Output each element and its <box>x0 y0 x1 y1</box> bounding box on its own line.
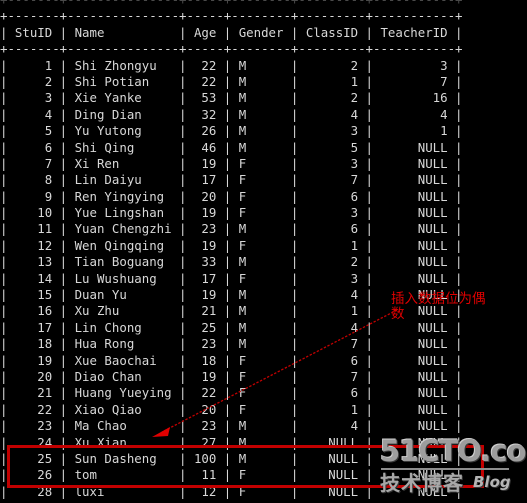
table-row: | 18 | Hua Rong | 23 | M | 7 | NULL | <box>0 336 463 352</box>
table-row: | 1 | Shi Zhongyu | 22 | M | 2 | 3 | <box>0 57 463 73</box>
table-row: | 2 | Shi Potian | 22 | M | 1 | 7 | <box>0 73 463 89</box>
table-row: | 5 | Yu Yutong | 26 | M | 3 | 1 | <box>0 123 463 139</box>
table-header-line: +-------+---------------+-----+--------+… <box>0 0 527 8</box>
watermark-blog-text: Blog <box>473 473 511 491</box>
table-row: | 3 | Xie Yanke | 53 | M | 2 | 16 | <box>0 90 463 106</box>
table-row: | 6 | Shi Qing | 46 | M | 5 | NULL | <box>0 139 463 155</box>
table-row: | 9 | Ren Yingying | 20 | F | 6 | NULL | <box>0 188 463 204</box>
watermark-sub-text: 技术博客 <box>380 471 464 495</box>
table-row: | 14 | Lu Wushuang | 17 | F | 3 | NULL | <box>0 270 463 286</box>
table-row: | 10 | Yue Lingshan | 19 | F | 3 | NULL … <box>0 205 463 221</box>
mysql-query-result-table: +-------+---------------+-----+--------+… <box>0 0 527 503</box>
table-row: | 23 | Ma Chao | 23 | M | 4 | NULL | <box>0 418 463 434</box>
table-row: | 13 | Tian Boguang | 33 | M | 2 | NULL … <box>0 254 463 270</box>
table-row: | 12 | Wen Qingqing | 19 | F | 1 | NULL … <box>0 237 463 253</box>
table-row: | 22 | Xiao Qiao | 20 | F | 1 | NULL | <box>0 401 463 417</box>
table-row: | 20 | Diao Chan | 19 | F | 7 | NULL | <box>0 368 463 384</box>
table-row: | 16 | Xu Zhu | 21 | M | 1 | NULL | <box>0 303 463 319</box>
table-row: | 21 | Huang Yueying | 22 | F | 6 | NULL… <box>0 385 463 401</box>
watermark-divider <box>381 468 509 470</box>
table-row: | 8 | Lin Daiyu | 17 | F | 7 | NULL | <box>0 172 463 188</box>
table-row: | 4 | Ding Dian | 32 | M | 4 | 4 | <box>0 106 463 122</box>
table-header-line: | StuID | Name | Age | Gender | ClassID … <box>0 24 463 40</box>
terminal-screenshot: +-------+---------------+-----+--------+… <box>0 0 527 503</box>
table-row: | 19 | Xue Baochai | 18 | F | 6 | NULL | <box>0 352 463 368</box>
table-header-line: +-------+---------------+-----+--------+… <box>0 41 463 57</box>
table-header-line: +-------+---------------+-----+--------+… <box>0 8 463 24</box>
table-row: | 11 | Yuan Chengzhi | 23 | M | 6 | NULL… <box>0 221 463 237</box>
table-row: | 7 | Xi Ren | 19 | F | 3 | NULL | <box>0 155 463 171</box>
table-row: | 15 | Duan Yu | 19 | M | 4 | NULL | <box>0 287 463 303</box>
watermark-51cto: 51CTO.com 技术博客 Blog <box>380 437 527 499</box>
watermark-main-text: 51CTO.com <box>380 434 527 468</box>
table-row: | 17 | Lin Chong | 25 | M | 4 | NULL | <box>0 319 463 335</box>
